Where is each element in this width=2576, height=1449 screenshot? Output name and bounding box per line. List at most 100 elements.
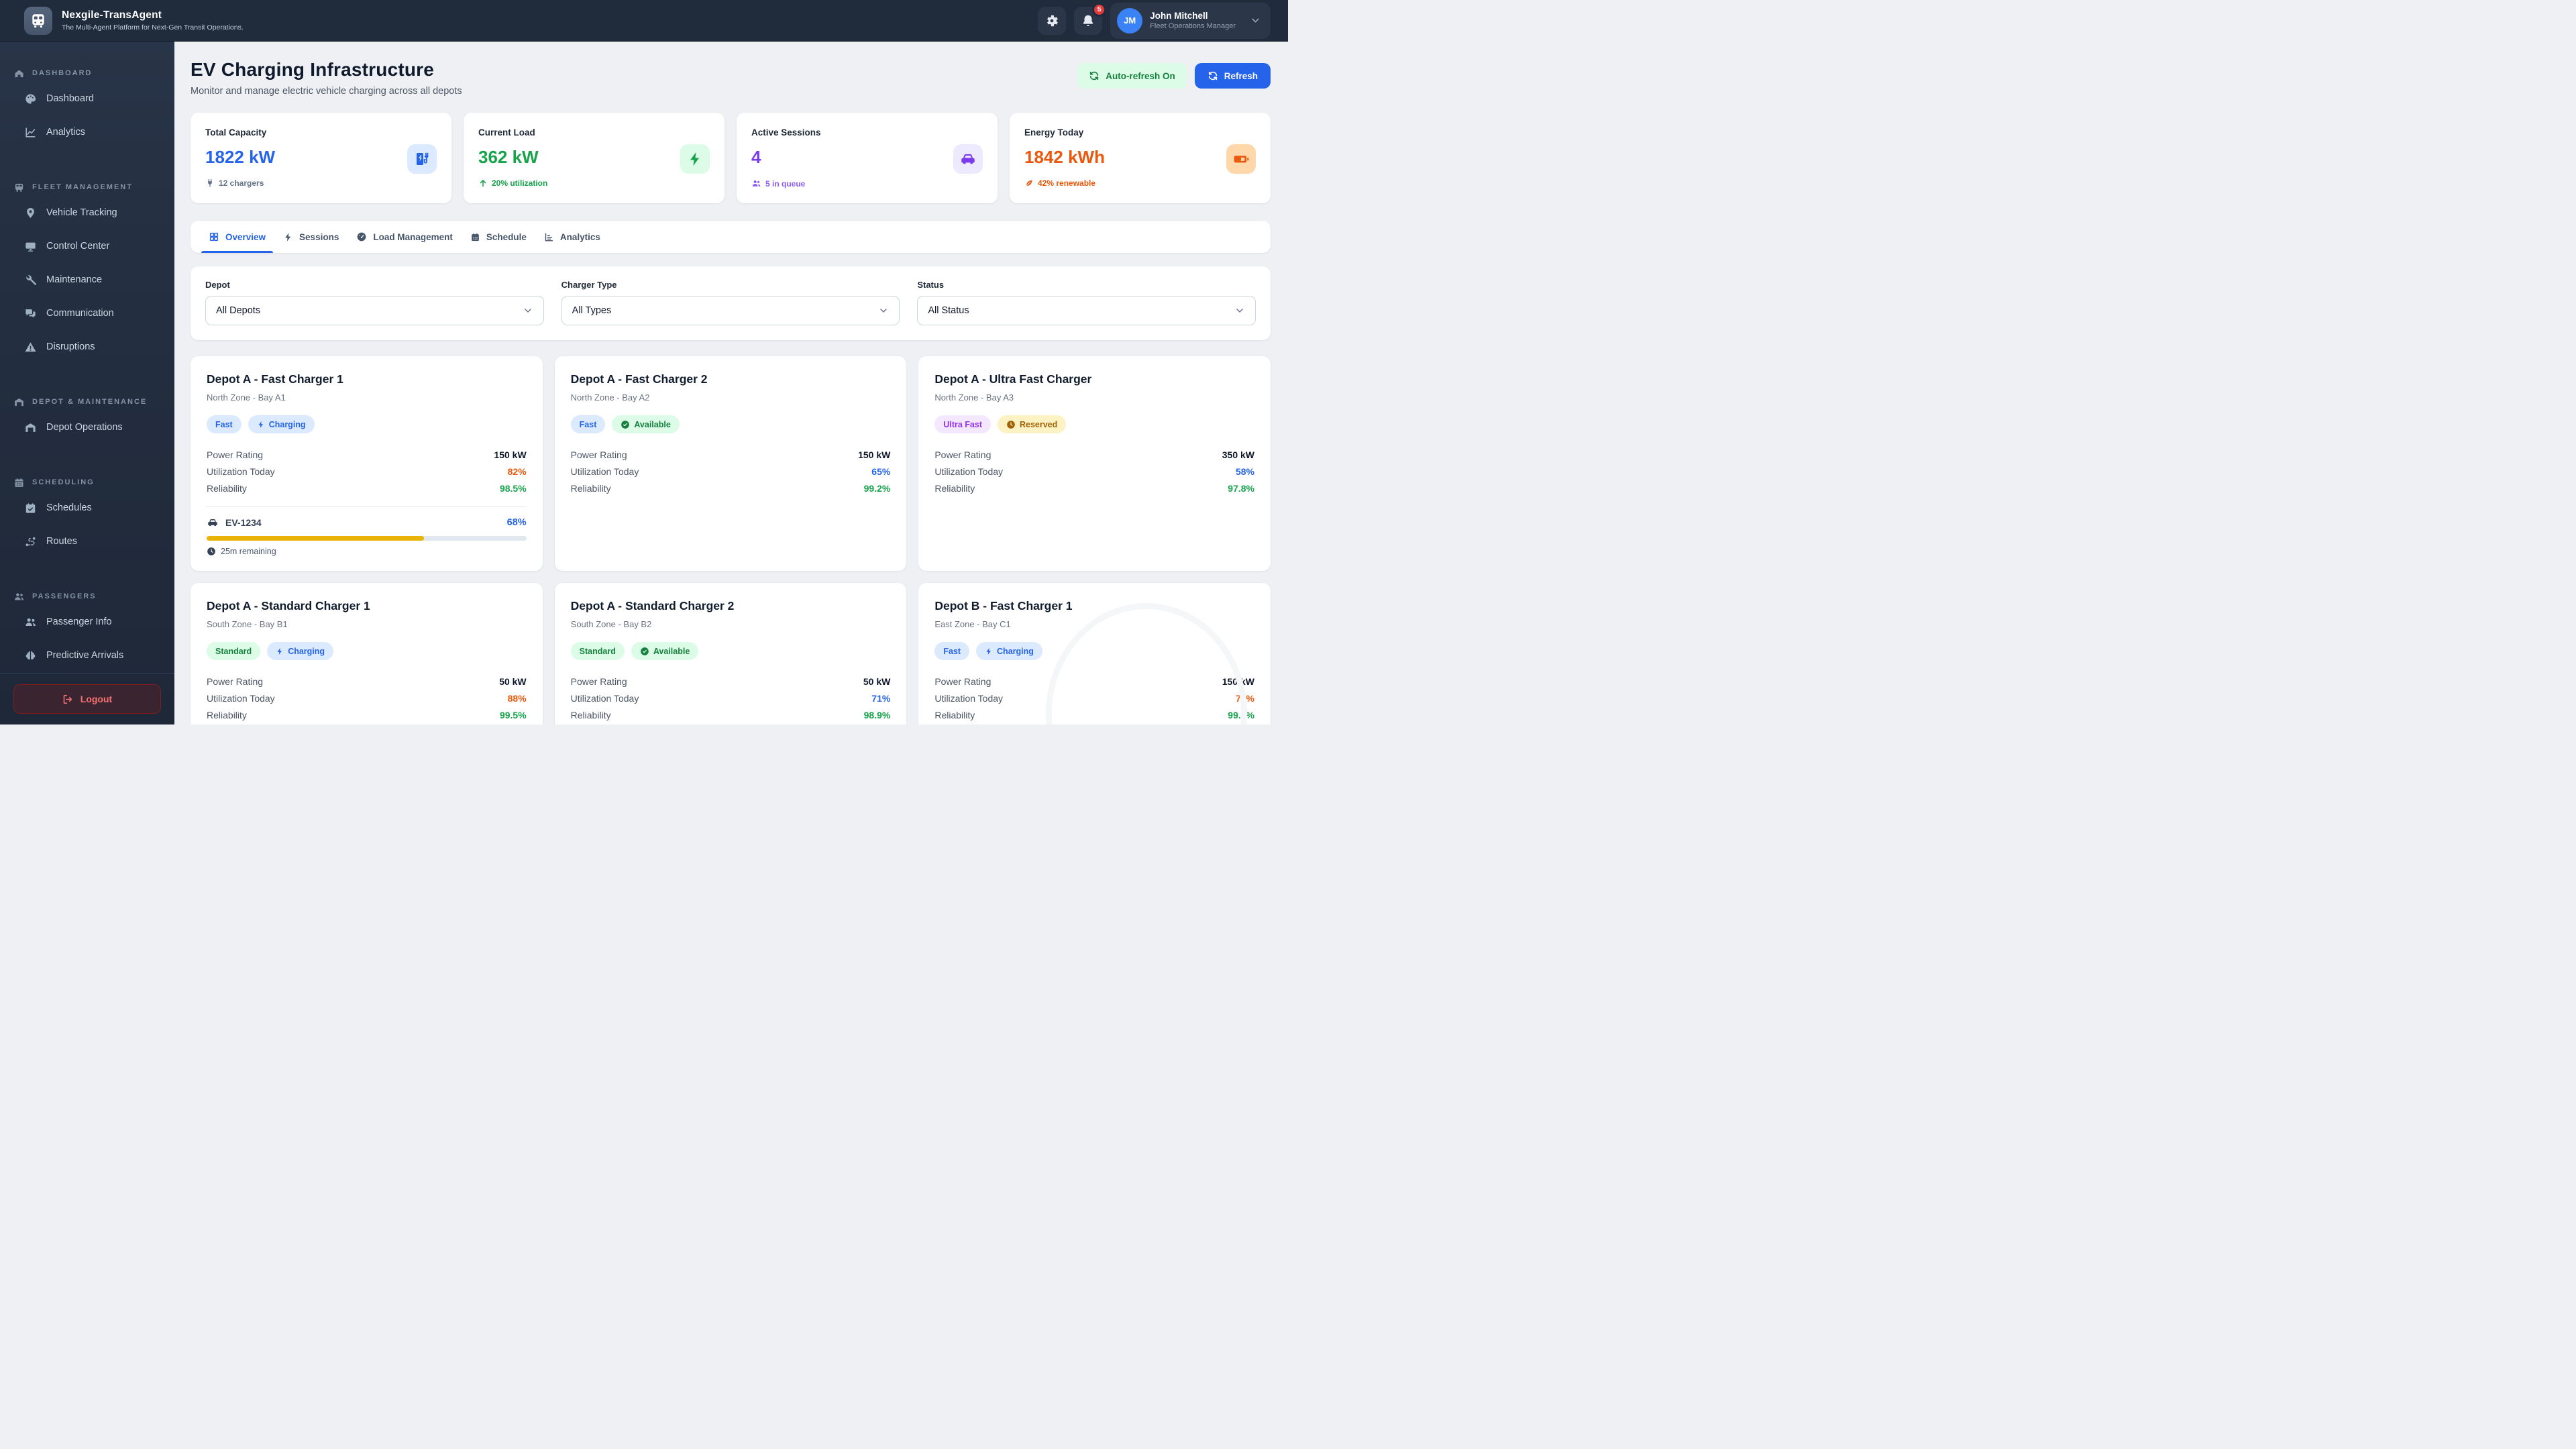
sidebar-item-vehicle-tracking[interactable]: Vehicle Tracking — [0, 196, 174, 229]
stats-row: Total Capacity 1822 kW 12 chargers Curre… — [191, 113, 1271, 203]
charger-type-badge: Standard — [207, 642, 261, 660]
status-badge: Available — [612, 415, 680, 433]
filter-charger-type-label: Charger Type — [561, 280, 617, 290]
charger-type-badge: Standard — [570, 642, 625, 660]
chevron-down-icon — [878, 305, 889, 316]
map-pin-icon — [24, 207, 37, 219]
charger-card: Depot A - Ultra Fast Charger North Zone … — [918, 356, 1271, 571]
sidebar-item-analytics[interactable]: Analytics — [0, 115, 174, 149]
status-badge: Charging — [976, 642, 1042, 660]
tab-analytics[interactable]: Analytics — [535, 221, 609, 253]
car-icon — [959, 150, 977, 168]
sidebar-item-schedules[interactable]: Schedules — [0, 491, 174, 525]
sidebar: DASHBOARD Dashboard Analytics FLEET MANA… — [0, 42, 174, 724]
user-role: Fleet Operations Manager — [1150, 22, 1236, 30]
warehouse-icon — [13, 396, 25, 408]
sidebar-item-predictive-arrivals[interactable]: Predictive Arrivals — [0, 639, 174, 672]
car-icon — [207, 517, 219, 529]
sync-icon — [1089, 70, 1099, 81]
charger-type-badge: Fast — [207, 415, 241, 433]
charger-type-badge: Fast — [570, 415, 606, 433]
section-dashboard: DASHBOARD — [0, 64, 174, 82]
user-name: John Mitchell — [1150, 11, 1208, 21]
tabs-bar: Overview Sessions Load Management Schedu… — [191, 221, 1271, 253]
tab-sessions[interactable]: Sessions — [274, 221, 347, 253]
clock-icon — [1006, 420, 1016, 429]
sidebar-footer: Logout — [0, 673, 174, 724]
charger-type-badge: Ultra Fast — [934, 415, 991, 433]
charger-type-badge: Fast — [934, 642, 970, 660]
charging-session: EV-8901 52% 3h 0m remaining — [207, 723, 527, 724]
notification-count-badge: 5 — [1092, 2, 1107, 17]
grid-icon — [209, 231, 219, 242]
brain-icon — [24, 649, 37, 662]
logout-button[interactable]: Logout — [13, 684, 161, 714]
battery-percent: 68% — [506, 517, 527, 528]
time-remaining: 25m remaining — [221, 547, 276, 556]
check-circle-icon — [640, 647, 649, 656]
sidebar-item-maintenance[interactable]: Maintenance — [0, 263, 174, 297]
palette-icon — [24, 93, 37, 105]
top-bar: Nexgile-TransAgent The Multi-Agent Platf… — [0, 0, 1288, 42]
tab-overview[interactable]: Overview — [200, 221, 274, 253]
settings-button[interactable] — [1038, 6, 1067, 35]
charge-progress-bar — [207, 536, 527, 541]
section-scheduling: SCHEDULING — [0, 474, 174, 491]
sidebar-item-dashboard[interactable]: Dashboard — [0, 82, 174, 115]
page-title: EV Charging Infrastructure — [191, 59, 435, 80]
users-icon — [13, 591, 25, 602]
calendar-icon — [13, 477, 25, 488]
status-select[interactable]: All Status — [917, 296, 1256, 325]
tab-schedule[interactable]: Schedule — [462, 221, 535, 253]
charging-station-icon — [414, 151, 430, 167]
clock-icon — [207, 547, 216, 556]
charging-session: EV-1234 68% 25m remaining — [207, 496, 527, 556]
chart-line-icon — [24, 126, 37, 139]
status-badge: Available — [631, 642, 699, 660]
refresh-icon — [1208, 70, 1218, 81]
avatar: JM — [1117, 7, 1143, 34]
warning-icon — [24, 341, 37, 354]
bell-icon — [1081, 13, 1095, 28]
chevron-down-icon — [1234, 305, 1245, 316]
charger-type-select[interactable]: All Types — [561, 296, 900, 325]
battery-icon — [1232, 150, 1250, 168]
sidebar-item-routes[interactable]: Routes — [0, 525, 174, 558]
bolt-icon — [276, 647, 284, 655]
sidebar-item-communication[interactable]: Communication — [0, 297, 174, 330]
calendar-icon — [470, 232, 480, 242]
page-subtitle: Monitor and manage electric vehicle char… — [191, 86, 462, 97]
tab-load-management[interactable]: Load Management — [347, 221, 462, 253]
bus-icon — [30, 12, 47, 30]
status-badge: Reserved — [997, 415, 1067, 433]
bolt-icon — [985, 647, 993, 655]
app-title: Nexgile-TransAgent — [62, 9, 162, 21]
bar-chart-icon — [544, 232, 554, 242]
queue-users-icon — [751, 178, 761, 189]
filter-depot-label: Depot — [205, 280, 230, 290]
auto-refresh-toggle[interactable]: Auto-refresh On — [1077, 63, 1187, 89]
sidebar-item-passenger-info[interactable]: Passenger Info — [0, 605, 174, 639]
bolt-icon — [257, 421, 265, 429]
check-circle-icon — [621, 420, 630, 429]
depot-select[interactable]: All Depots — [205, 296, 544, 325]
charging-session: EV-1256 45% 45m remaining — [934, 723, 1254, 724]
sidebar-item-control-center[interactable]: Control Center — [0, 229, 174, 263]
refresh-button[interactable]: Refresh — [1194, 63, 1271, 89]
sidebar-nav: DASHBOARD Dashboard Analytics FLEET MANA… — [0, 42, 174, 673]
sidebar-item-depot-operations[interactable]: Depot Operations — [0, 411, 174, 444]
bus-icon — [13, 182, 25, 193]
users-icon — [24, 616, 37, 629]
warehouse-icon — [24, 421, 37, 434]
section-fleet-management: FLEET MANAGEMENT — [0, 178, 174, 196]
vehicle-id: EV-1234 — [225, 517, 262, 528]
charger-card: Depot B - Fast Charger 1 East Zone - Bay… — [918, 583, 1271, 724]
chevron-down-icon — [523, 305, 533, 316]
sidebar-item-disruptions[interactable]: Disruptions — [0, 330, 174, 364]
user-menu[interactable]: JM John Mitchell Fleet Operations Manage… — [1110, 2, 1271, 39]
notifications-button[interactable]: 5 — [1074, 2, 1107, 35]
status-badge: Charging — [248, 415, 315, 433]
charger-card: Depot A - Fast Charger 1 North Zone - Ba… — [191, 356, 543, 571]
plug-icon — [205, 178, 215, 188]
charger-card: Depot A - Fast Charger 2 North Zone - Ba… — [554, 356, 907, 571]
